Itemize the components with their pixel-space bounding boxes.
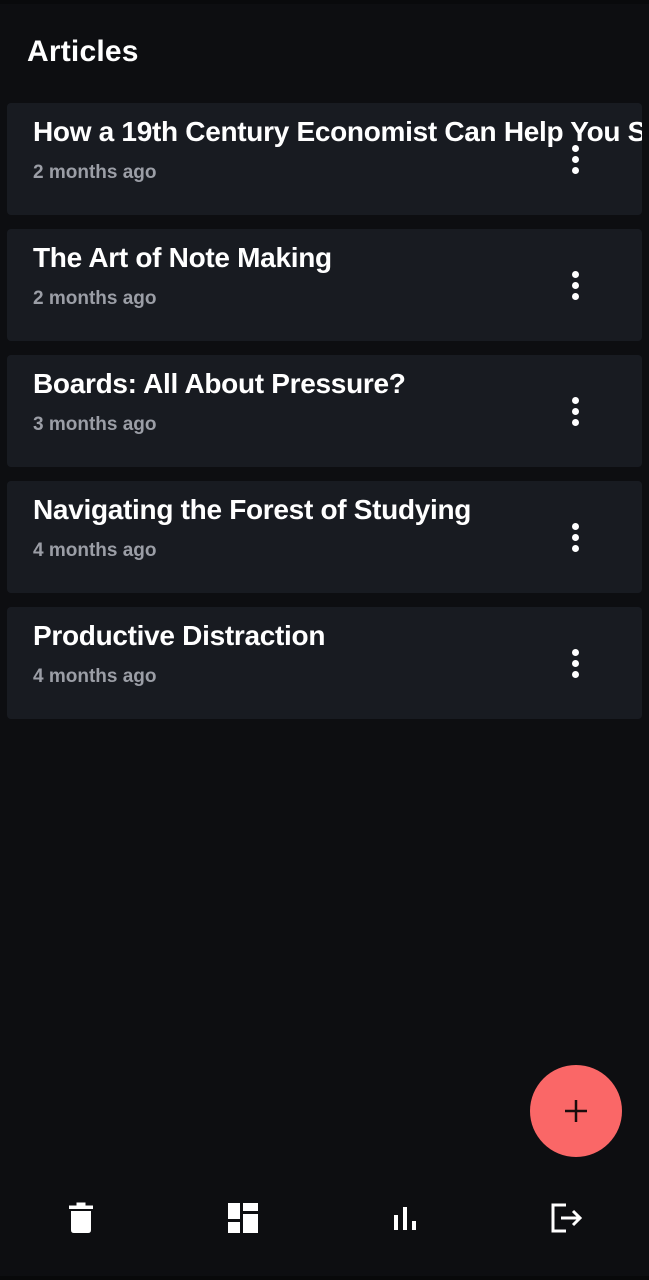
dashboard-button[interactable] xyxy=(219,1194,267,1242)
menu-dot xyxy=(571,292,579,300)
article-card[interactable]: Navigating the Forest of Studying 4 mont… xyxy=(7,481,642,593)
trash-button[interactable] xyxy=(57,1194,105,1242)
article-card[interactable]: Productive Distraction 4 months ago xyxy=(7,607,642,719)
article-age: 4 months ago xyxy=(33,540,157,561)
trash-icon xyxy=(69,1202,93,1233)
menu-dot xyxy=(571,670,579,678)
more-vert-icon[interactable] xyxy=(563,266,587,304)
add-article-button[interactable] xyxy=(530,1065,622,1157)
menu-dot xyxy=(571,659,579,667)
article-card[interactable]: Boards: All About Pressure? 3 months ago xyxy=(7,355,642,467)
menu-dot xyxy=(571,144,579,152)
page-title: Articles xyxy=(27,35,139,68)
bottom-navigation xyxy=(0,1176,649,1280)
app-screen: Articles How a 19th Century Economist Ca… xyxy=(0,0,649,1280)
status-edge xyxy=(0,0,649,4)
menu-dot xyxy=(571,281,579,289)
menu-dot xyxy=(571,533,579,541)
article-age: 2 months ago xyxy=(33,288,157,309)
logout-button[interactable] xyxy=(543,1194,591,1242)
more-vert-icon[interactable] xyxy=(563,644,587,682)
logout-icon xyxy=(551,1203,583,1233)
article-title: Productive Distraction xyxy=(33,620,326,651)
plus-icon xyxy=(565,1100,587,1122)
menu-dot xyxy=(571,522,579,530)
article-list: How a 19th Century Economist Can Help Yo… xyxy=(7,103,642,733)
more-vert-icon[interactable] xyxy=(563,392,587,430)
dashboard-icon xyxy=(228,1203,258,1233)
menu-dot xyxy=(571,418,579,426)
menu-dot xyxy=(571,396,579,404)
article-title: How a 19th Century Economist Can Help Yo… xyxy=(33,116,642,147)
menu-dot xyxy=(571,155,579,163)
article-card[interactable]: How a 19th Century Economist Can Help Yo… xyxy=(7,103,642,215)
menu-dot xyxy=(571,544,579,552)
menu-dot xyxy=(571,407,579,415)
stats-button[interactable] xyxy=(381,1194,429,1242)
article-title: Navigating the Forest of Studying xyxy=(33,494,472,525)
article-age: 3 months ago xyxy=(33,414,157,435)
article-age: 4 months ago xyxy=(33,666,157,687)
article-age: 2 months ago xyxy=(33,162,157,183)
menu-dot xyxy=(571,270,579,278)
menu-dot xyxy=(571,166,579,174)
article-title: Boards: All About Pressure? xyxy=(33,368,406,399)
article-title: The Art of Note Making xyxy=(33,242,332,273)
article-card[interactable]: The Art of Note Making 2 months ago xyxy=(7,229,642,341)
gesture-edge xyxy=(0,1276,649,1280)
menu-dot xyxy=(571,648,579,656)
more-vert-icon[interactable] xyxy=(563,518,587,556)
bar-chart-icon xyxy=(394,1207,416,1230)
more-vert-icon[interactable] xyxy=(563,140,587,178)
